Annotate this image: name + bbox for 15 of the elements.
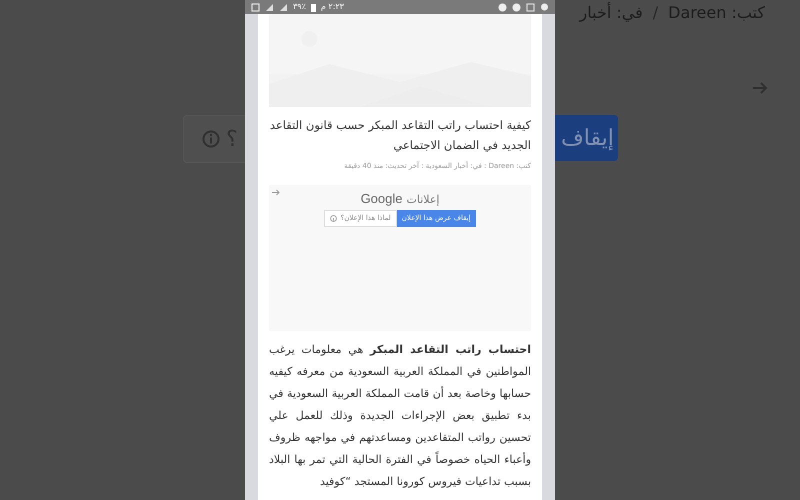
battery-icon (310, 2, 316, 12)
ads-label: إعلانات (406, 192, 440, 208)
arrow-icon (752, 81, 768, 95)
google-label: Google (360, 190, 402, 208)
question-mark: ؟ (226, 126, 238, 154)
arrow-icon[interactable] (272, 188, 280, 196)
image-icon (526, 2, 535, 12)
info-icon (202, 130, 220, 148)
stop-ad-button[interactable]: إيقاف (555, 115, 618, 161)
article-title[interactable]: كيفية احتساب راتب التقاعد المبكر حسب قانون التقاعد الجديد في الضمان الاجتماعي (269, 115, 531, 155)
info-icon (330, 214, 338, 222)
clock-text: ٢:٢٣ م (320, 1, 344, 13)
article-paragraph: احتساب راتب التقاعد المبكر هي معلومات يرغب المواطنين في المملكة العربية السعودية من معرفه كيفيه حسابها وخاصة بعد أن قامت المملكة العربية السعودية في بدء تطبيق بعض الإجراءات الجديدة وذلك للعمل علي تحسين رواتب المتقاعدين ومساعدتهم في مواجهه ظروف وأعباء الحياه خصوصاً في الفترة الحالية التي تمر بها البلاد بسبب تداعيات فيروس كورونا المستجد “كوفيد (269, 342, 531, 490)
separator-text: / (652, 3, 658, 23)
battery-text: ٣٩٪ (293, 1, 306, 13)
